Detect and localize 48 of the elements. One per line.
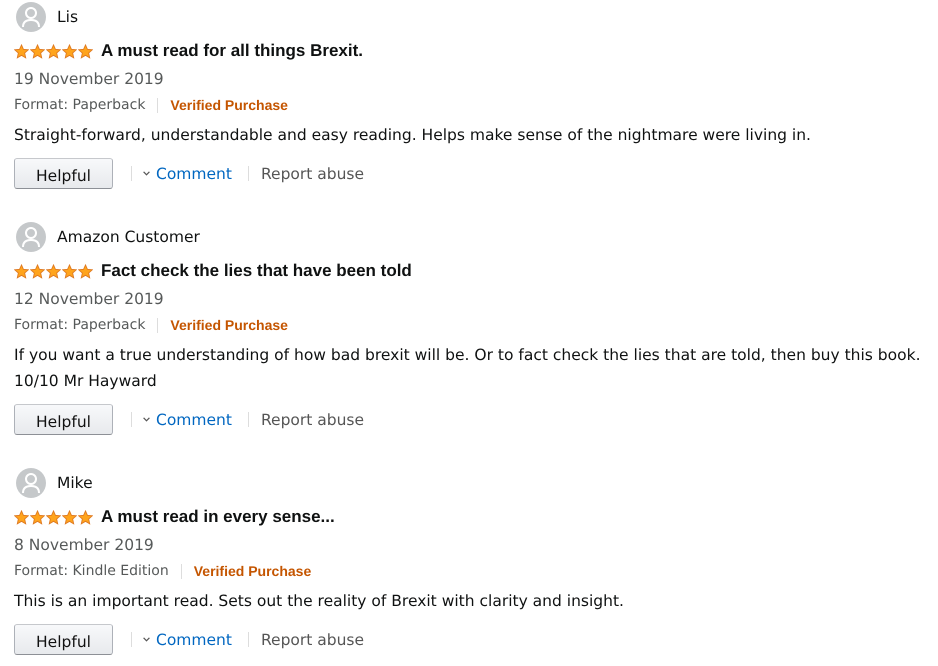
report-abuse-link[interactable]: Report abuse	[260, 164, 364, 182]
reviewer-name[interactable]: Lis	[57, 8, 78, 26]
star-icon	[78, 264, 93, 278]
avatar-icon	[16, 468, 46, 498]
report-abuse-link[interactable]: Report abuse	[260, 410, 364, 428]
caret-icon	[143, 171, 150, 176]
report-abuse-link[interactable]: Report abuse	[260, 630, 364, 648]
review-date: 8 November 2019	[14, 535, 155, 556]
caret-icon	[143, 417, 150, 422]
star-icon	[14, 264, 29, 278]
review-date: 12 November 2019	[14, 289, 165, 310]
comment-link[interactable]: Comment	[143, 410, 232, 428]
comment-link[interactable]: Comment	[143, 164, 232, 182]
verified-purchase-label: Verified Purchase	[170, 96, 288, 115]
star-icon	[14, 510, 29, 524]
star-icon	[78, 44, 93, 58]
star-icon	[46, 264, 61, 278]
helpful-button[interactable]: Helpful	[14, 624, 113, 655]
helpful-button[interactable]: Helpful	[14, 404, 113, 435]
review-text: Straight-forward, understandable and easy reading. Helps make sense of the nightmare were living in.	[14, 125, 812, 146]
format-label[interactable]: Format: Paperback	[14, 312, 146, 338]
verified-purchase-label: Verified Purchase	[194, 562, 312, 581]
verified-purchase-label: Verified Purchase	[170, 316, 288, 335]
star-icon	[62, 510, 77, 524]
helpful-button[interactable]: Helpful	[14, 158, 113, 189]
star-icon	[14, 44, 29, 58]
reviewer-name[interactable]: Mike	[57, 474, 93, 492]
avatar-icon	[16, 2, 46, 32]
review-title[interactable]: A must read in every sense...	[101, 507, 335, 527]
star-icon	[46, 44, 61, 58]
comment-link[interactable]: Comment	[143, 630, 232, 648]
format-label[interactable]: Format: Kindle Edition	[14, 558, 169, 584]
star-icon	[30, 510, 45, 524]
caret-icon	[143, 637, 150, 642]
review-title[interactable]: A must read for all things Brexit.	[101, 41, 363, 61]
format-label[interactable]: Format: Paperback	[14, 92, 146, 118]
star-icon	[30, 264, 45, 278]
star-icon	[62, 44, 77, 58]
review-text: If you want a true understanding of how bad brexit will be. Or to fact check the lies that are told, then buy this book. 10/10 Mr Hayward	[14, 345, 922, 392]
star-icon	[78, 510, 93, 524]
avatar-icon	[16, 222, 46, 252]
review-text: This is an important read. Sets out the reality of Brexit with clarity and insight.	[14, 591, 625, 612]
star-icon	[46, 510, 61, 524]
star-icon	[62, 264, 77, 278]
review-date: 19 November 2019	[14, 69, 165, 90]
reviewer-name[interactable]: Amazon Customer	[57, 228, 200, 246]
review-title[interactable]: Fact check the lies that have been told	[101, 261, 412, 281]
star-icon	[30, 44, 45, 58]
